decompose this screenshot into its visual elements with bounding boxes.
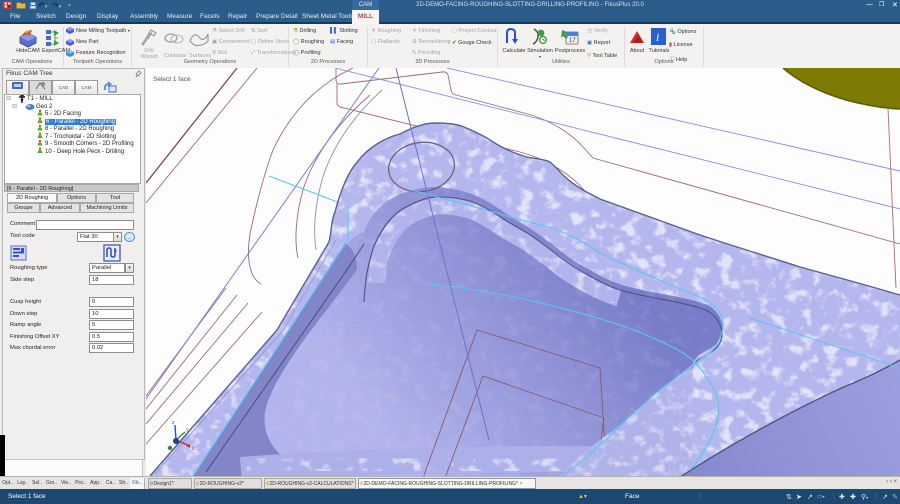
svg-text:17: 17 <box>569 38 576 44</box>
svg-text:Select 1 face: Select 1 face <box>153 76 191 83</box>
svg-text:i: i <box>656 30 659 44</box>
svg-text:...: ... <box>126 235 131 241</box>
